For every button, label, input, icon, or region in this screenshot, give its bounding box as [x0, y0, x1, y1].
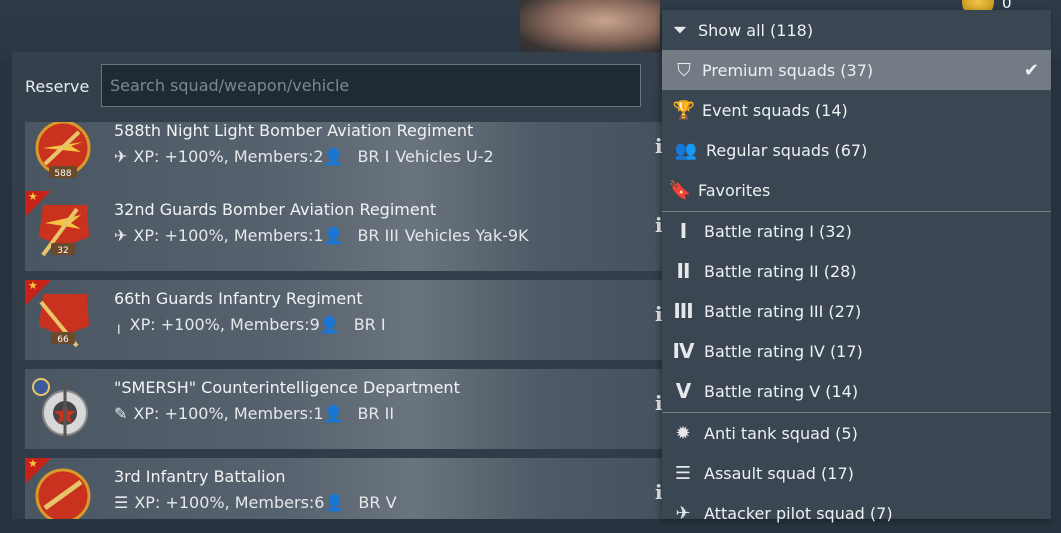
squad-vehicles: Vehicles U-2	[395, 147, 494, 166]
plane-icon: ✈	[114, 226, 128, 245]
emblem-badge-number: 588	[54, 169, 71, 179]
filter-br-4[interactable]: IV Battle rating IV (17)	[662, 331, 1051, 371]
squad-card-smersh[interactable]: "SMERSH" Counterintelligence Department …	[25, 369, 670, 449]
member-icon: 👤	[323, 226, 344, 245]
squad-title: 32nd Guards Bomber Aviation Regiment	[114, 200, 437, 219]
squad-info: ✎ XP: +100%, Members:1 👤 BR II	[114, 404, 394, 423]
filter-br-1[interactable]: I Battle rating I (32)	[662, 211, 1051, 251]
squad-info: ✈ XP: +100%, Members:2 👤 BR I Vehicles U…	[114, 147, 494, 166]
filter-assault[interactable]: ☰ Assault squad (17)	[662, 453, 1051, 493]
squad-emblem-icon	[35, 468, 91, 519]
squad-br: BR II	[357, 404, 395, 423]
squad-card-588th[interactable]: 588 588th Night Light Bomber Aviation Re…	[25, 122, 670, 192]
filter-anti-tank[interactable]: ✹ Anti tank squad (5)	[662, 413, 1051, 453]
squad-card-66th[interactable]: ★ 66 66th Guards Infantry Regiment ╷ XP:…	[25, 279, 670, 360]
shield-star-icon: ⛉	[677, 59, 691, 81]
list-icon: ☰	[114, 493, 129, 512]
squad-br: BR V	[358, 493, 397, 512]
squad-card-3rd-infantry[interactable]: ★ 3rd Infantry Battalion ☰ XP: +100%, Me…	[25, 457, 670, 519]
plane-icon: ✈	[675, 502, 691, 524]
squad-list: 588 588th Night Light Bomber Aviation Re…	[0, 122, 672, 519]
squad-info: ✈ XP: +100%, Members:1 👤 BR III Vehicles…	[114, 226, 529, 245]
search-input[interactable]	[102, 65, 640, 106]
squad-xp: XP: +100%, Members:6	[134, 493, 325, 512]
filter-br-3[interactable]: III Battle rating III (27)	[662, 291, 1051, 331]
squad-xp: XP: +100%, Members:2	[133, 147, 324, 166]
filter-favorites[interactable]: 🔖 Favorites	[662, 170, 1051, 210]
squad-br: BR I	[357, 147, 390, 166]
filter-dropdown: ⏷ Show all (118) ⛉ Premium squads (37) ✔…	[662, 10, 1051, 524]
grenade-icon: ✎	[114, 404, 128, 423]
filter-attacker-pilot[interactable]: ✈ Attacker pilot squad (7)	[662, 493, 1051, 533]
reserve-label: Reserve	[25, 77, 90, 96]
squad-xp: XP: +100%, Members:1	[133, 226, 324, 245]
squad-br: BR III	[357, 226, 399, 245]
squad-xp: XP: +100%, Members:1	[133, 404, 324, 423]
squad-title: 66th Guards Infantry Regiment	[114, 289, 363, 308]
squad-card-32nd[interactable]: ★ 32 32nd Guards Bomber Aviation Regimen…	[25, 190, 670, 271]
member-icon: 👤	[324, 493, 345, 512]
squad-emblem-icon: 588	[35, 122, 91, 179]
emblem-badge-number: 32	[57, 246, 68, 256]
squad-info: ╷ XP: +100%, Members:9 👤 BR I	[114, 315, 386, 334]
br-2-icon: II	[676, 259, 691, 283]
filter-br-5[interactable]: V Battle rating V (14)	[662, 371, 1051, 411]
squad-emblem-icon: 32	[39, 205, 89, 257]
filter-event-squads[interactable]: 🏆 Event squads (14)	[662, 90, 1051, 130]
member-icon: 👤	[319, 315, 340, 334]
explosion-icon: ✹	[675, 422, 691, 444]
squad-vehicles: Vehicles Yak-9K	[404, 226, 529, 245]
group-icon: 👥	[674, 139, 698, 161]
rifle-icon: ╷	[114, 315, 124, 334]
list-icon: ☰	[674, 462, 692, 484]
br-3-icon: III	[673, 299, 693, 323]
filter-premium-squads[interactable]: ⛉ Premium squads (37) ✔	[662, 50, 1051, 90]
squad-xp: XP: +100%, Members:9	[129, 315, 320, 334]
bookmark-icon: 🔖	[668, 179, 692, 201]
search-field[interactable]	[101, 64, 641, 107]
filter-br-2[interactable]: II Battle rating II (28)	[662, 251, 1051, 291]
squad-br: BR I	[353, 315, 386, 334]
filter-show-all[interactable]: ⏷ Show all (118)	[662, 10, 1051, 50]
member-icon: 👤	[323, 147, 344, 166]
br-5-icon: V	[675, 379, 691, 403]
squad-emblem-icon: 66	[39, 294, 89, 348]
br-1-icon: I	[679, 219, 687, 243]
squad-title: 588th Night Light Bomber Aviation Regime…	[114, 122, 474, 140]
filter-icon: ⏷	[672, 19, 688, 41]
trophy-icon: 🏆	[672, 99, 696, 121]
checkmark-icon: ✔	[1023, 59, 1039, 81]
filter-regular-squads[interactable]: 👥 Regular squads (67)	[662, 130, 1051, 170]
squad-info: ☰ XP: +100%, Members:6 👤 BR V	[114, 493, 397, 512]
member-icon: 👤	[323, 404, 344, 423]
soldier-portrait	[520, 0, 660, 52]
br-4-icon: IV	[672, 339, 695, 363]
squad-title: 3rd Infantry Battalion	[114, 467, 286, 486]
emblem-badge-number: 66	[57, 335, 69, 345]
plane-icon: ✈	[114, 147, 128, 166]
squad-title: "SMERSH" Counterintelligence Department	[114, 378, 460, 397]
squad-emblem-icon	[32, 378, 88, 439]
